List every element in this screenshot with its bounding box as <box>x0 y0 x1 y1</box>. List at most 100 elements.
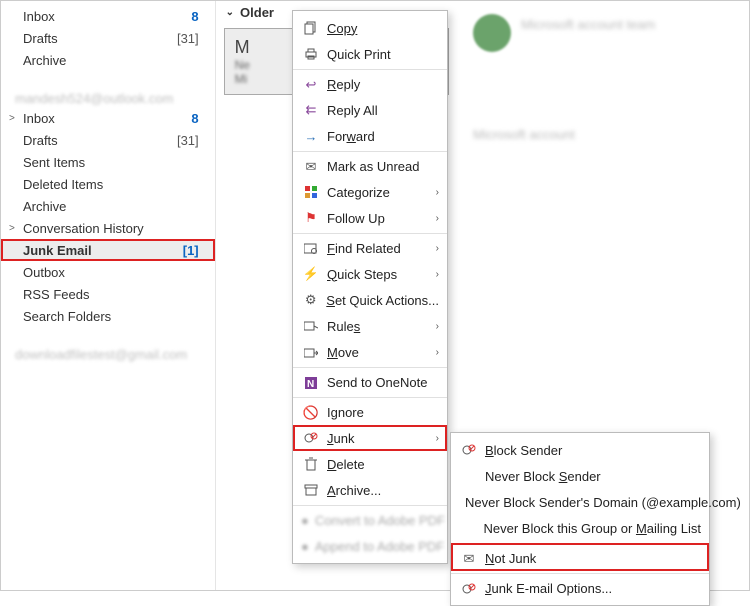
folder-name: Junk Email <box>23 243 183 258</box>
folder-name: Drafts <box>23 31 177 46</box>
lightning-icon: ⚡ <box>301 264 321 284</box>
body-line <box>473 253 673 267</box>
folder-count: [1] <box>183 243 205 258</box>
menu-label: Follow Up <box>327 211 432 226</box>
chevron-right-icon: › <box>436 269 439 280</box>
folder-deleted-items[interactable]: Deleted Items <box>1 173 215 195</box>
menu-rules[interactable]: Rules › <box>293 313 447 339</box>
menu-label: Convert to Adobe PDF <box>315 513 445 528</box>
menu-find-related[interactable]: Find Related › <box>293 233 447 261</box>
menu-append-pdf[interactable]: ● Append to Adobe PDF <box>293 533 447 559</box>
info-bar-2 <box>473 89 673 103</box>
envelope-icon: ✉ <box>459 549 479 569</box>
menu-copy[interactable]: Copy <box>293 15 447 41</box>
menu-label: Rules <box>327 319 432 334</box>
onenote-icon: N <box>301 373 321 393</box>
body-line <box>473 145 733 159</box>
chevron-right-icon: > <box>9 223 15 234</box>
folder-name: Search Folders <box>23 309 205 324</box>
folder-drafts[interactable]: Drafts [31] <box>1 129 215 151</box>
context-menu: Copy Quick Print ↩ Reply ⇇ Reply All → F… <box>292 10 448 564</box>
submenu-never-block-group[interactable]: Never Block this Group or Mailing List <box>451 515 709 541</box>
reply-icon: ↩ <box>301 75 321 95</box>
menu-categorize[interactable]: Categorize › <box>293 179 447 205</box>
chevron-right-icon: › <box>436 213 439 224</box>
menu-follow-up[interactable]: ⚑ Follow Up › <box>293 205 447 231</box>
menu-label: Never Block Sender <box>485 469 701 484</box>
chevron-down-icon: ⌄ <box>226 7 234 18</box>
menu-delete[interactable]: Delete <box>293 451 447 477</box>
folder-sent-items[interactable]: Sent Items <box>1 151 215 173</box>
menu-reply[interactable]: ↩ Reply <box>293 69 447 97</box>
menu-forward[interactable]: → Forward <box>293 123 447 149</box>
menu-convert-pdf[interactable]: ● Convert to Adobe PDF <box>293 505 447 533</box>
chevron-right-icon: › <box>436 243 439 254</box>
avatar <box>473 14 511 52</box>
blank-icon <box>459 518 478 538</box>
folder-outbox[interactable]: Outbox <box>1 261 215 283</box>
chevron-right-icon: › <box>436 433 439 444</box>
folder-name: Conversation History <box>23 221 205 236</box>
account-header-1[interactable]: mandesh524@outlook.com <box>1 85 215 107</box>
block-icon <box>459 440 479 460</box>
submenu-block-sender[interactable]: Block Sender <box>451 437 709 463</box>
menu-archive[interactable]: Archive... <box>293 477 447 503</box>
account-header-2[interactable]: downloadfilestest@gmail.com <box>1 341 215 363</box>
ignore-icon: 🚫 <box>301 403 321 423</box>
menu-quick-steps[interactable]: ⚡ Quick Steps › <box>293 261 447 287</box>
folder-junk-email[interactable]: Junk Email [1] <box>1 239 215 261</box>
body-line <box>473 181 733 195</box>
menu-junk[interactable]: Junk › <box>293 425 447 451</box>
pdf-icon: ● <box>301 511 309 531</box>
folder-name: Archive <box>23 199 205 214</box>
move-icon <box>301 342 321 362</box>
print-icon <box>301 44 321 64</box>
body-line <box>473 217 673 231</box>
pdf-icon: ● <box>301 536 309 556</box>
submenu-junk-options[interactable]: Junk E-mail Options... <box>451 573 709 601</box>
fav-archive[interactable]: Archive <box>1 49 215 71</box>
menu-label: Find Related <box>327 241 432 256</box>
fav-inbox[interactable]: Inbox 8 <box>1 5 215 27</box>
submenu-not-junk[interactable]: ✉ Not Junk <box>451 543 709 571</box>
chevron-right-icon: › <box>436 347 439 358</box>
folder-name: Inbox <box>23 9 191 24</box>
folder-name: Sent Items <box>23 155 205 170</box>
folder-name: RSS Feeds <box>23 287 205 302</box>
menu-ignore[interactable]: 🚫 Ignore <box>293 397 447 425</box>
menu-set-quick-actions[interactable]: ⚙ Set Quick Actions... <box>293 287 447 313</box>
folder-inbox[interactable]: > Inbox 8 <box>1 107 215 129</box>
folder-conversation-history[interactable]: > Conversation History <box>1 217 215 239</box>
folder-count: 8 <box>191 9 204 24</box>
menu-label: Not Junk <box>485 551 701 566</box>
delete-icon <box>301 454 321 474</box>
menu-label: Block Sender <box>485 443 701 458</box>
submenu-never-block-sender[interactable]: Never Block Sender <box>451 463 709 489</box>
menu-send-onenote[interactable]: N Send to OneNote <box>293 367 447 395</box>
menu-move[interactable]: Move › <box>293 339 447 365</box>
menu-label: Archive... <box>327 483 439 498</box>
menu-quick-print[interactable]: Quick Print <box>293 41 447 67</box>
folder-name: Drafts <box>23 133 177 148</box>
info-bar <box>473 71 733 85</box>
menu-label: Ignore <box>327 405 439 420</box>
junk-icon <box>301 428 321 448</box>
find-icon <box>301 239 321 259</box>
envelope-icon: ✉ <box>301 157 321 177</box>
menu-reply-all[interactable]: ⇇ Reply All <box>293 97 447 123</box>
menu-label: Move <box>327 345 432 360</box>
menu-label: Reply All <box>327 103 439 118</box>
menu-label: Forward <box>327 129 439 144</box>
menu-label: Set Quick Actions... <box>326 293 439 308</box>
folder-search-folders[interactable]: Search Folders <box>1 305 215 327</box>
svg-text:N: N <box>307 379 314 390</box>
folder-name: Inbox <box>23 111 191 126</box>
folder-sidebar: Inbox 8 Drafts [31] Archive mandesh524@o… <box>1 1 216 590</box>
fav-drafts[interactable]: Drafts [31] <box>1 27 215 49</box>
chevron-right-icon: › <box>436 321 439 332</box>
submenu-never-block-domain[interactable]: Never Block Sender's Domain (@example.co… <box>451 489 709 515</box>
menu-label: Never Block this Group or Mailing List <box>484 521 702 536</box>
folder-rss-feeds[interactable]: RSS Feeds <box>1 283 215 305</box>
menu-mark-unread[interactable]: ✉ Mark as Unread <box>293 151 447 179</box>
folder-archive[interactable]: Archive <box>1 195 215 217</box>
